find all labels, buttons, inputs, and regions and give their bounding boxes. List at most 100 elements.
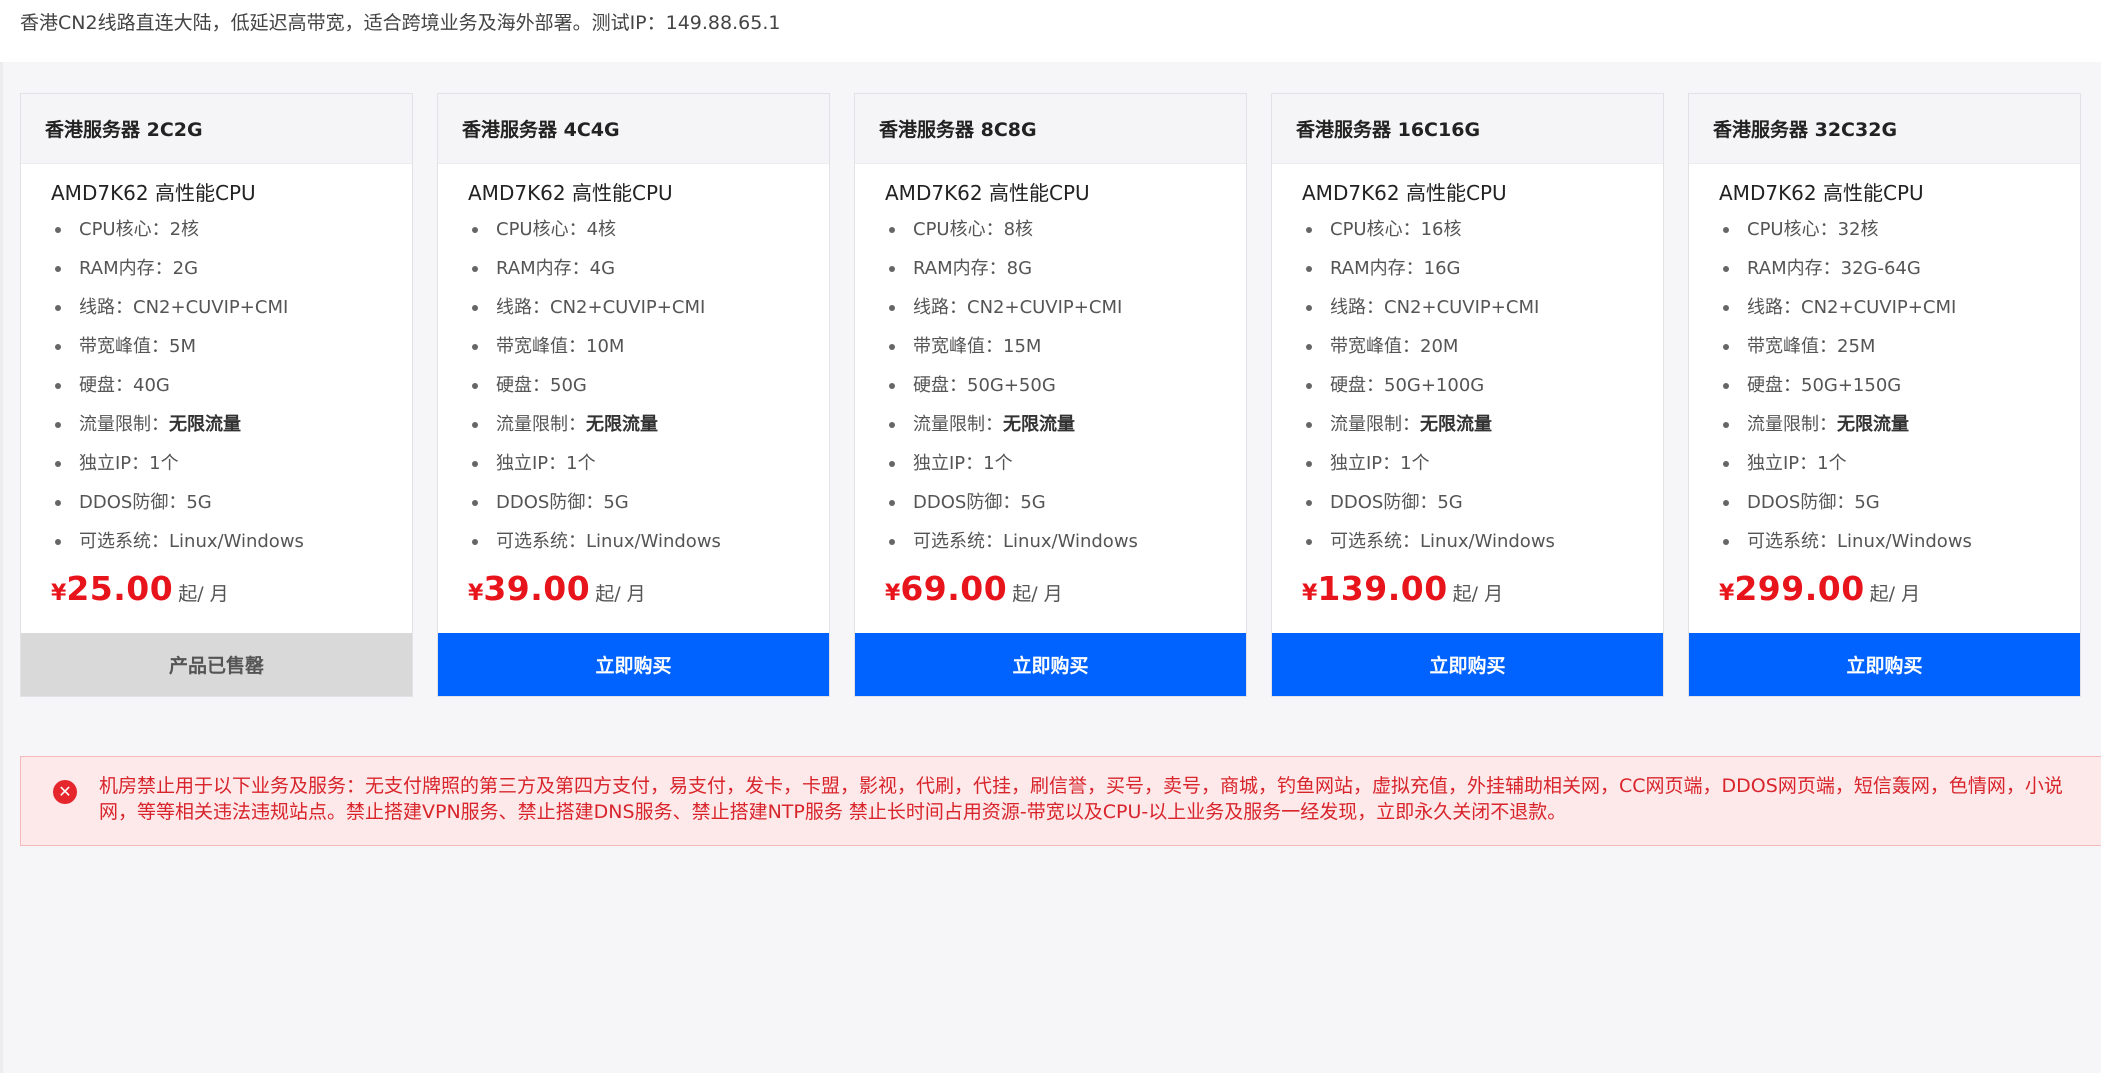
currency-symbol: ¥ bbox=[468, 581, 484, 606]
spec-os: 可选系统：Linux/Windows bbox=[889, 522, 1222, 561]
buy-now-button[interactable]: 立即购买 bbox=[1689, 633, 2080, 696]
spec-os: 可选系统：Linux/Windows bbox=[55, 522, 388, 561]
sold-out-button[interactable]: 产品已售罄 bbox=[21, 633, 412, 696]
price-row: ¥ 139.00 起/ 月 bbox=[1302, 569, 1639, 617]
price-value: 69.00 bbox=[900, 569, 1008, 608]
intro-text: 香港CN2线路直连大陆，低延迟高带宽，适合跨境业务及海外部署。测试IP：149.… bbox=[20, 12, 781, 34]
currency-symbol: ¥ bbox=[1302, 581, 1318, 606]
spec-traffic: 流量限制：无限流量 bbox=[55, 405, 388, 444]
spec-list: CPU核心：32核 RAM内存：32G-64G 线路：CN2+CUVIP+CMI… bbox=[1719, 210, 2056, 561]
price-row: ¥ 69.00 起/ 月 bbox=[885, 569, 1222, 617]
price-unit: 起/ 月 bbox=[595, 583, 646, 605]
spec-ddos: DDOS防御：5G bbox=[889, 483, 1222, 522]
spec-list: CPU核心：16核 RAM内存：16G 线路：CN2+CUVIP+CMI 带宽峰… bbox=[1302, 210, 1639, 561]
price-value: 39.00 bbox=[483, 569, 591, 608]
spec-disk: 硬盘：50G+150G bbox=[1723, 366, 2056, 405]
spec-line: 线路：CN2+CUVIP+CMI bbox=[472, 288, 805, 327]
spec-bandwidth: 带宽峰值：20M bbox=[1306, 327, 1639, 366]
spec-ddos: DDOS防御：5G bbox=[1723, 483, 2056, 522]
spec-list: CPU核心：8核 RAM内存：8G 线路：CN2+CUVIP+CMI 带宽峰值：… bbox=[885, 210, 1222, 561]
buy-now-button[interactable]: 立即购买 bbox=[1272, 633, 1663, 696]
spec-os: 可选系统：Linux/Windows bbox=[472, 522, 805, 561]
spec-cpu: CPU核心：8核 bbox=[889, 210, 1222, 249]
spec-os: 可选系统：Linux/Windows bbox=[1723, 522, 2056, 561]
spec-ram: RAM内存：32G-64G bbox=[1723, 249, 2056, 288]
card-title: 香港服务器 4C4G bbox=[462, 119, 620, 141]
buy-now-button[interactable]: 立即购买 bbox=[438, 633, 829, 696]
price-row: ¥ 39.00 起/ 月 bbox=[468, 569, 805, 617]
plan-card-2c2g: 香港服务器 2C2G AMD7K62 高性能CPU CPU核心：2核 RAM内存… bbox=[20, 93, 413, 697]
spec-traffic: 流量限制：无限流量 bbox=[1306, 405, 1639, 444]
card-header: 香港服务器 2C2G bbox=[21, 94, 412, 164]
price-unit: 起/ 月 bbox=[1869, 583, 1921, 605]
page-header: 香港CN2线路直连大陆，低延迟高带宽，适合跨境业务及海外部署。测试IP：149.… bbox=[0, 0, 2101, 62]
card-header: 香港服务器 16C16G bbox=[1272, 94, 1663, 164]
card-title: 香港服务器 32C32G bbox=[1713, 119, 1898, 141]
spec-ram: RAM内存：2G bbox=[55, 249, 388, 288]
card-title: 香港服务器 16C16G bbox=[1296, 119, 1481, 141]
price-unit: 起/ 月 bbox=[178, 583, 229, 605]
spec-bandwidth: 带宽峰值：10M bbox=[472, 327, 805, 366]
plan-card-32c32g: 香港服务器 32C32G AMD7K62 高性能CPU CPU核心：32核 RA… bbox=[1688, 93, 2081, 697]
spec-ram: RAM内存：8G bbox=[889, 249, 1222, 288]
cpu-model: AMD7K62 高性能CPU bbox=[1302, 181, 1507, 205]
currency-symbol: ¥ bbox=[885, 581, 901, 606]
spec-cpu: CPU核心：4核 bbox=[472, 210, 805, 249]
spec-ip: 独立IP：1个 bbox=[55, 444, 388, 483]
spec-ddos: DDOS防御：5G bbox=[472, 483, 805, 522]
error-x-icon: ✕ bbox=[53, 780, 77, 804]
card-body: AMD7K62 高性能CPU CPU核心：8核 RAM内存：8G 线路：CN2+… bbox=[855, 164, 1246, 617]
spec-disk: 硬盘：50G bbox=[472, 366, 805, 405]
prohibited-use-notice: ✕ 机房禁止用于以下业务及服务：无支付牌照的第三方及第四方支付，易支付，发卡，卡… bbox=[20, 756, 2101, 846]
card-title: 香港服务器 8C8G bbox=[879, 119, 1037, 141]
currency-symbol: ¥ bbox=[51, 581, 67, 606]
cpu-model: AMD7K62 高性能CPU bbox=[1719, 181, 1924, 205]
cpu-model: AMD7K62 高性能CPU bbox=[468, 181, 673, 205]
spec-disk: 硬盘：40G bbox=[55, 366, 388, 405]
spec-line: 线路：CN2+CUVIP+CMI bbox=[1723, 288, 2056, 327]
spec-cpu: CPU核心：16核 bbox=[1306, 210, 1639, 249]
spec-list: CPU核心：2核 RAM内存：2G 线路：CN2+CUVIP+CMI 带宽峰值：… bbox=[51, 210, 388, 561]
card-body: AMD7K62 高性能CPU CPU核心：2核 RAM内存：2G 线路：CN2+… bbox=[21, 164, 412, 617]
price-value: 299.00 bbox=[1734, 569, 1865, 608]
spec-ram: RAM内存：16G bbox=[1306, 249, 1639, 288]
spec-ip: 独立IP：1个 bbox=[1723, 444, 2056, 483]
price-row: ¥ 299.00 起/ 月 bbox=[1719, 569, 2056, 617]
price-value: 25.00 bbox=[66, 569, 174, 608]
spec-bandwidth: 带宽峰值：15M bbox=[889, 327, 1222, 366]
card-header: 香港服务器 32C32G bbox=[1689, 94, 2080, 164]
spec-ram: RAM内存：4G bbox=[472, 249, 805, 288]
price-unit: 起/ 月 bbox=[1452, 583, 1504, 605]
spec-line: 线路：CN2+CUVIP+CMI bbox=[55, 288, 388, 327]
card-title: 香港服务器 2C2G bbox=[45, 119, 203, 141]
buy-now-button[interactable]: 立即购买 bbox=[855, 633, 1246, 696]
spec-ip: 独立IP：1个 bbox=[472, 444, 805, 483]
price-unit: 起/ 月 bbox=[1012, 583, 1063, 605]
plan-card-4c4g: 香港服务器 4C4G AMD7K62 高性能CPU CPU核心：4核 RAM内存… bbox=[437, 93, 830, 697]
spec-ip: 独立IP：1个 bbox=[1306, 444, 1639, 483]
spec-traffic: 流量限制：无限流量 bbox=[472, 405, 805, 444]
spec-traffic: 流量限制：无限流量 bbox=[889, 405, 1222, 444]
notice-text: 机房禁止用于以下业务及服务：无支付牌照的第三方及第四方支付，易支付，发卡，卡盟，… bbox=[99, 775, 2063, 823]
spec-line: 线路：CN2+CUVIP+CMI bbox=[1306, 288, 1639, 327]
spec-ddos: DDOS防御：5G bbox=[1306, 483, 1639, 522]
spec-disk: 硬盘：50G+50G bbox=[889, 366, 1222, 405]
plan-card-8c8g: 香港服务器 8C8G AMD7K62 高性能CPU CPU核心：8核 RAM内存… bbox=[854, 93, 1247, 697]
cpu-model: AMD7K62 高性能CPU bbox=[51, 181, 256, 205]
spec-list: CPU核心：4核 RAM内存：4G 线路：CN2+CUVIP+CMI 带宽峰值：… bbox=[468, 210, 805, 561]
spec-line: 线路：CN2+CUVIP+CMI bbox=[889, 288, 1222, 327]
price-row: ¥ 25.00 起/ 月 bbox=[51, 569, 388, 617]
spec-disk: 硬盘：50G+100G bbox=[1306, 366, 1639, 405]
spec-cpu: CPU核心：2核 bbox=[55, 210, 388, 249]
spec-cpu: CPU核心：32核 bbox=[1723, 210, 2056, 249]
currency-symbol: ¥ bbox=[1719, 581, 1735, 606]
spec-os: 可选系统：Linux/Windows bbox=[1306, 522, 1639, 561]
spec-bandwidth: 带宽峰值：5M bbox=[55, 327, 388, 366]
plan-card-16c16g: 香港服务器 16C16G AMD7K62 高性能CPU CPU核心：16核 RA… bbox=[1271, 93, 1664, 697]
price-value: 139.00 bbox=[1317, 569, 1448, 608]
card-body: AMD7K62 高性能CPU CPU核心：32核 RAM内存：32G-64G 线… bbox=[1689, 164, 2080, 617]
card-body: AMD7K62 高性能CPU CPU核心：16核 RAM内存：16G 线路：CN… bbox=[1272, 164, 1663, 617]
cpu-model: AMD7K62 高性能CPU bbox=[885, 181, 1090, 205]
card-header: 香港服务器 4C4G bbox=[438, 94, 829, 164]
card-header: 香港服务器 8C8G bbox=[855, 94, 1246, 164]
